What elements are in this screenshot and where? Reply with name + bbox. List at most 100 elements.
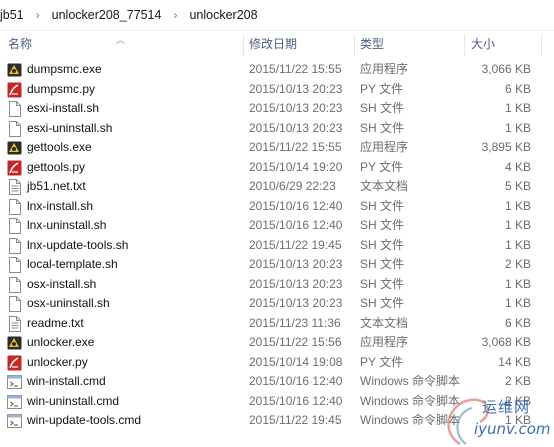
column-header-row: 名称 ︿ 修改日期 类型 大小 — [0, 31, 554, 58]
file-name[interactable]: lnx-uninstall.sh — [27, 216, 106, 236]
file-name[interactable]: gettools.exe — [27, 138, 92, 158]
file-type: PY 文件 — [360, 159, 404, 174]
file-modified-date: 2015/10/14 19:20 — [249, 159, 343, 174]
column-header-type[interactable]: 类型 — [360, 31, 384, 58]
file-size: 1 KB — [504, 120, 531, 135]
blank-file-icon — [7, 276, 22, 293]
file-type: 应用程序 — [360, 335, 409, 349]
file-size: 5 KB — [504, 179, 531, 193]
file-name[interactable]: lnx-update-tools.sh — [27, 236, 128, 256]
exe-app-icon — [7, 62, 22, 78]
file-list: dumpsmc.exe 2015/11/22 15:55 应用程序 3,066 KB d… — [0, 60, 554, 431]
file-type: 应用程序 — [360, 62, 409, 76]
blank-file-icon — [7, 218, 22, 234]
file-size: 6 KB — [504, 315, 531, 330]
file-row[interactable]: lnx-install.sh 2015/10/16 12:40 SH 文件 1 KB — [0, 197, 554, 217]
file-size: 3,066 KB — [481, 62, 531, 76]
file-name[interactable]: win-update-tools.cmd — [27, 411, 141, 431]
file-modified-date: 2015/11/22 15:55 — [249, 140, 342, 154]
file-type: Windows 命令脚本 — [360, 374, 461, 388]
cmd-script-icon — [7, 394, 22, 410]
file-modified-date: 2015/11/22 15:55 — [249, 62, 342, 76]
column-divider[interactable] — [464, 34, 465, 56]
file-name[interactable]: esxi-uninstall.sh — [27, 119, 112, 139]
file-row[interactable]: lnx-uninstall.sh 2015/10/16 12:40 SH 文件 1 K… — [0, 216, 554, 236]
file-size: 1 KB — [504, 101, 531, 115]
file-name[interactable]: readme.txt — [27, 314, 84, 334]
file-type: SH 文件 — [360, 120, 405, 135]
file-name[interactable]: osx-uninstall.sh — [27, 294, 110, 314]
file-type: SH 文件 — [360, 276, 405, 291]
file-type: SH 文件 — [360, 101, 405, 115]
file-row[interactable]: gettools.py 2015/10/14 19:20 PY 文件 4 KB — [0, 158, 554, 178]
file-type: SH 文件 — [360, 257, 405, 271]
column-divider[interactable] — [354, 34, 355, 56]
file-row[interactable]: dumpsmc.exe 2015/11/22 15:55 应用程序 3,066 KB — [0, 60, 554, 80]
file-name[interactable]: win-install.cmd — [27, 372, 106, 392]
column-divider[interactable] — [541, 34, 542, 56]
file-name[interactable]: unlocker.py — [27, 353, 88, 373]
file-modified-date: 2015/10/16 12:40 — [249, 393, 343, 408]
file-size: 1 KB — [504, 237, 531, 252]
file-type: 文本文档 — [360, 179, 409, 193]
file-modified-date: 2015/10/13 20:23 — [249, 257, 343, 271]
file-modified-date: 2015/11/22 15:56 — [249, 335, 342, 349]
file-modified-date: 2010/6/29 22:23 — [249, 179, 336, 193]
file-row[interactable]: gettools.exe 2015/11/22 15:55 应用程序 3,895 KB — [0, 138, 554, 158]
file-row[interactable]: unlocker.py 2015/10/14 19:08 PY 文件 14 KB — [0, 353, 554, 373]
breadcrumb-item-unlocker208-77514[interactable]: unlocker208_77514 — [49, 8, 165, 22]
file-name[interactable]: esxi-install.sh — [27, 99, 99, 119]
file-size: 4 KB — [504, 159, 531, 174]
file-row[interactable]: win-install.cmd 2015/10/16 12:40 Windows 命… — [0, 372, 554, 392]
blank-file-icon — [7, 296, 22, 312]
file-name[interactable]: osx-install.sh — [27, 275, 96, 295]
file-name[interactable]: gettools.py — [27, 158, 85, 178]
file-name[interactable]: local-template.sh — [27, 255, 118, 275]
file-modified-date: 2015/11/22 19:45 — [249, 413, 342, 427]
file-name[interactable]: lnx-install.sh — [27, 197, 93, 217]
file-row[interactable]: lnx-update-tools.sh 2015/11/22 19:45 SH 文件… — [0, 236, 554, 256]
python-file-icon — [7, 160, 22, 176]
file-modified-date: 2015/10/13 20:23 — [249, 120, 343, 135]
breadcrumb-item-unlocker208[interactable]: unlocker208 — [186, 8, 260, 22]
text-file-icon — [7, 315, 22, 332]
exe-app-icon — [7, 140, 22, 156]
file-size: 2 KB — [504, 257, 531, 271]
file-name[interactable]: win-uninstall.cmd — [27, 392, 119, 412]
file-row[interactable]: esxi-uninstall.sh 2015/10/13 20:23 SH 文件 1 … — [0, 119, 554, 139]
file-name[interactable]: jb51.net.txt — [27, 177, 86, 197]
file-modified-date: 2015/10/14 19:08 — [249, 354, 343, 369]
column-header-name[interactable]: 名称 — [8, 31, 32, 58]
chevron-right-icon[interactable]: › — [27, 8, 49, 22]
file-modified-date: 2015/10/16 12:40 — [249, 374, 343, 388]
python-file-icon — [7, 82, 22, 98]
file-type: PY 文件 — [360, 354, 404, 369]
file-row[interactable]: unlocker.exe 2015/11/22 15:56 应用程序 3,068 KB — [0, 333, 554, 353]
text-file-icon — [7, 179, 22, 195]
cmd-script-icon — [7, 374, 22, 390]
watermark-url: iyunv.com — [474, 420, 551, 438]
file-row[interactable]: jb51.net.txt 2010/6/29 22:23 文本文档 5 KB — [0, 177, 554, 197]
python-file-icon — [7, 355, 22, 371]
file-modified-date: 2015/10/13 20:23 — [249, 101, 343, 115]
column-header-size[interactable]: 大小 — [471, 31, 495, 58]
file-modified-date: 2015/11/22 19:45 — [249, 237, 342, 252]
file-modified-date: 2015/10/13 20:23 — [249, 276, 343, 291]
blank-file-icon — [7, 257, 22, 273]
file-name[interactable]: dumpsmc.exe — [27, 60, 102, 80]
column-header-date[interactable]: 修改日期 — [249, 31, 297, 58]
file-modified-date: 2015/10/13 20:23 — [249, 81, 343, 96]
file-modified-date: 2015/10/16 12:40 — [249, 218, 343, 232]
file-row[interactable]: esxi-install.sh 2015/10/13 20:23 SH 文件 1 KB — [0, 99, 554, 119]
column-divider[interactable] — [243, 34, 244, 56]
file-name[interactable]: unlocker.exe — [27, 333, 94, 353]
file-row[interactable]: readme.txt 2015/11/23 11:36 文本文档 6 KB — [0, 314, 554, 334]
file-row[interactable]: osx-install.sh 2015/10/13 20:23 SH 文件 1 KB — [0, 275, 554, 295]
file-row[interactable]: osx-uninstall.sh 2015/10/13 20:23 SH 文件 1 K… — [0, 294, 554, 314]
breadcrumb-item-jb51[interactable]: jb51 — [0, 8, 27, 22]
file-row[interactable]: local-template.sh 2015/10/13 20:23 SH 文件 2 … — [0, 255, 554, 275]
file-row[interactable]: dumpsmc.py 2015/10/13 20:23 PY 文件 6 KB — [0, 80, 554, 100]
sort-ascending-icon: ︿ — [116, 35, 126, 45]
file-name[interactable]: dumpsmc.py — [27, 80, 95, 100]
chevron-right-icon[interactable]: › — [164, 8, 186, 22]
